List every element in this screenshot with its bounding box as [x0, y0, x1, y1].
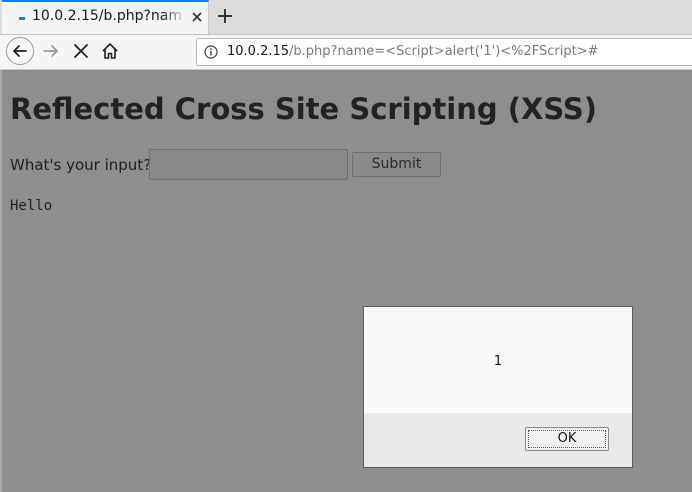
alert-dialog: 1 OK — [363, 306, 633, 468]
close-tab-icon[interactable] — [188, 8, 206, 26]
alert-message: 1 — [493, 354, 503, 369]
tab-active[interactable]: 10.0.2.15/b.php?name=%3CScript%3E — [2, 0, 209, 34]
tab-title-fade — [162, 4, 187, 32]
tab-title: 10.0.2.15/b.php?name=%3CScript%3E — [32, 8, 182, 24]
home-icon[interactable] — [99, 40, 121, 62]
reflected-output: Hello — [10, 198, 53, 214]
name-input[interactable] — [149, 149, 348, 180]
forward-arrow-icon[interactable] — [40, 40, 62, 62]
input-label: What's your input? — [10, 156, 152, 174]
back-arrow-icon — [13, 45, 27, 57]
page-left-edge — [0, 70, 2, 492]
loading-indicator-icon — [19, 17, 25, 20]
navigation-toolbar: 10.0.2.15/b.php?name=<Script>alert('1')<… — [0, 35, 692, 70]
info-icon[interactable] — [204, 45, 218, 59]
page-title: Reflected Cross Site Scripting (XSS) — [10, 92, 598, 126]
ok-button[interactable]: OK — [525, 427, 609, 451]
tab-strip: 10.0.2.15/b.php?name=%3CScript%3E — [0, 0, 692, 35]
url-bar[interactable]: 10.0.2.15/b.php?name=<Script>alert('1')<… — [196, 38, 692, 66]
new-tab-icon[interactable] — [213, 4, 237, 28]
back-button[interactable] — [6, 37, 34, 65]
url-path: /b.php?name=<Script>alert('1')<%2FScript… — [289, 44, 599, 59]
url-text: 10.0.2.15/b.php?name=<Script>alert('1')<… — [227, 44, 599, 59]
submit-button[interactable]: Submit — [352, 152, 441, 177]
alert-footer: OK — [364, 413, 632, 467]
url-host: 10.0.2.15 — [227, 44, 290, 59]
stop-loading-icon[interactable] — [70, 40, 92, 62]
